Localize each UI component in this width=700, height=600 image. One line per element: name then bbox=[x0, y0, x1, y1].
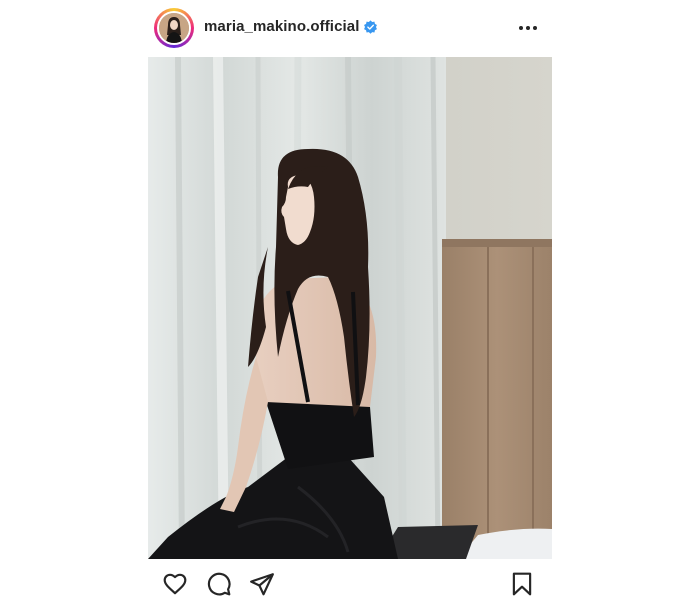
avatar-photo bbox=[159, 13, 189, 43]
avatar[interactable] bbox=[157, 11, 191, 45]
post-header: maria_makino.official bbox=[148, 0, 552, 56]
more-options-icon[interactable] bbox=[516, 18, 540, 38]
story-ring[interactable] bbox=[154, 8, 194, 48]
post-photo-illustration bbox=[148, 57, 552, 559]
share-icon[interactable] bbox=[249, 571, 275, 597]
username[interactable]: maria_makino.official bbox=[204, 18, 360, 35]
verified-badge-icon bbox=[364, 20, 377, 34]
instagram-post: maria_makino.official bbox=[148, 0, 552, 600]
post-actions bbox=[148, 560, 552, 600]
bookmark-icon[interactable] bbox=[509, 571, 535, 597]
post-photo[interactable] bbox=[148, 57, 552, 559]
comment-icon[interactable] bbox=[206, 571, 232, 597]
heart-icon[interactable] bbox=[162, 571, 188, 597]
